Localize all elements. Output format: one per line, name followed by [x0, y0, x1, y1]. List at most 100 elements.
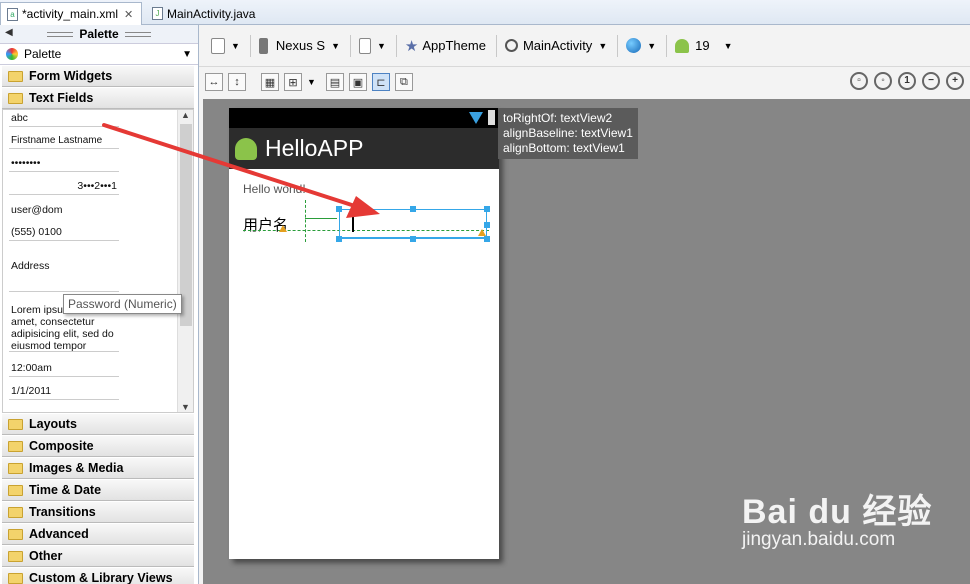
align-parent-icon[interactable]: ⊏ — [371, 73, 390, 91]
separator — [495, 34, 497, 57]
palette-icon — [6, 48, 18, 60]
palette-item-password[interactable]: •••••••• — [9, 157, 119, 172]
resize-handle[interactable] — [336, 206, 342, 212]
chevron-down-icon[interactable]: ▼ — [181, 402, 190, 412]
chevron-down-icon: ▼ — [182, 48, 192, 60]
edittext-selected[interactable] — [339, 209, 487, 239]
zoom-fit-icon[interactable]: ▫ — [850, 72, 868, 90]
tab-mainactivity-java[interactable]: J MainActivity.java — [146, 2, 276, 25]
action-bar: HelloAPP — [229, 128, 499, 169]
chevron-down-icon: ▼ — [723, 40, 733, 51]
palette-title: Palette — [79, 27, 119, 41]
palette-header: ◀ Palette — [0, 25, 198, 43]
zoom-real-icon[interactable]: ◦ — [874, 72, 892, 90]
chevron-down-icon: ▼ — [598, 40, 608, 51]
close-icon[interactable]: ✕ — [124, 8, 133, 21]
palette-item-person-name[interactable]: Firstname Lastname — [9, 135, 119, 149]
orientation-dropdown[interactable]: ▼ — [358, 37, 386, 54]
zoom-out-icon[interactable]: − — [922, 72, 940, 90]
gravity-icon[interactable]: ⊞ — [284, 73, 302, 91]
separator — [249, 34, 251, 57]
chevron-down-icon: ▼ — [231, 40, 240, 51]
config-dropdown[interactable]: ▼ — [211, 37, 240, 54]
margins-icon[interactable]: ▦ — [261, 73, 279, 91]
folder-icon — [8, 440, 23, 452]
chevron-up-icon[interactable]: ▲ — [181, 110, 190, 120]
resize-handle[interactable] — [484, 236, 490, 242]
resize-handle[interactable] — [484, 206, 490, 212]
scrollbar-thumb[interactable] — [180, 124, 192, 326]
palette-item-phone[interactable]: (555) 0100 — [9, 226, 119, 241]
collapse-arrow-icon[interactable]: ◀ — [5, 27, 13, 38]
chevron-down-icon[interactable]: ▼ — [307, 77, 316, 87]
fill-width-icon[interactable]: ↔ — [205, 73, 223, 91]
category-form-widgets[interactable]: Form Widgets — [2, 65, 194, 87]
category-label: Time & Date — [29, 483, 102, 497]
palette-item-plain-text[interactable]: abc — [9, 112, 119, 127]
star-icon: ★ — [404, 37, 419, 55]
api-level-label: 19 — [695, 38, 710, 53]
baseline-icon[interactable]: ▤ — [325, 73, 344, 91]
constraints-icon[interactable]: ⧉ — [394, 73, 413, 91]
api-level-dropdown[interactable]: 19 ▼ — [675, 38, 733, 53]
wifi-icon — [469, 112, 483, 124]
category-other[interactable]: Other — [2, 545, 194, 567]
category-custom-library-views[interactable]: Custom & Library Views — [2, 567, 194, 584]
editor-tab-bar: a *activity_main.xml ✕ J MainActivity.ja… — [0, 0, 970, 25]
warning-icon — [478, 229, 486, 236]
resize-handle[interactable] — [410, 206, 416, 212]
theme-label: AppTheme — [422, 38, 486, 53]
watermark-url: jingyan.baidu.com — [742, 529, 896, 550]
category-transitions[interactable]: Transitions — [2, 501, 194, 523]
category-advanced[interactable]: Advanced — [2, 523, 194, 545]
palette-panel: ◀ Palette Palette ▼ Form Widgets Text Fi… — [0, 25, 199, 584]
activity-dropdown[interactable]: MainActivity ▼ — [504, 38, 608, 53]
device-dropdown[interactable]: Nexus S ▼ — [258, 37, 340, 54]
center-icon[interactable]: ▣ — [348, 73, 367, 91]
grip-icon — [47, 31, 74, 37]
tab-activity-main-xml[interactable]: a *activity_main.xml ✕ — [0, 2, 142, 25]
zoom-100-icon[interactable]: 1 — [898, 72, 916, 90]
palette-item-time[interactable]: 12:00am — [9, 362, 119, 377]
palette-item-password-numeric[interactable]: 3•••2•••1 — [9, 180, 119, 195]
category-label: Transitions — [29, 505, 96, 519]
theme-button[interactable]: ★ AppTheme — [405, 37, 486, 55]
device-screen[interactable]: HelloAPP Hello world! 用户名 — [229, 108, 499, 559]
config-toolbar: ▼ Nexus S ▼ ▼ ★ AppTheme MainActivity ▼ … — [199, 25, 970, 67]
status-bar — [229, 108, 499, 128]
folder-icon — [8, 528, 23, 540]
category-label: Composite — [29, 439, 94, 453]
resize-handle[interactable] — [410, 236, 416, 242]
category-time-date[interactable]: Time & Date — [2, 479, 194, 501]
category-text-fields[interactable]: Text Fields — [2, 87, 194, 109]
palette-item-postal-address[interactable]: Address — [9, 260, 119, 292]
fill-height-icon[interactable]: ↕ — [228, 73, 246, 91]
folder-open-icon — [8, 92, 23, 104]
palette-item-date[interactable]: 1/1/2011 — [9, 385, 119, 400]
palette-selector-label: Palette — [24, 47, 62, 61]
to-right-of-guide — [305, 218, 337, 219]
zoom-in-icon[interactable]: + — [946, 72, 964, 90]
folder-icon — [8, 462, 23, 474]
resize-handle[interactable] — [484, 222, 490, 228]
palette-scrollbar[interactable]: ▲ ▼ — [177, 110, 193, 412]
android-launcher-icon — [235, 137, 257, 160]
category-composite[interactable]: Composite — [2, 435, 194, 457]
category-layouts[interactable]: Layouts — [2, 413, 194, 435]
activity-icon — [504, 39, 518, 52]
zoom-controls: ▫ ◦ 1 − + — [844, 72, 964, 90]
phone-icon — [258, 37, 268, 54]
chevron-down-icon: ▼ — [647, 40, 657, 51]
app-title: HelloAPP — [265, 135, 364, 161]
palette-item-email[interactable]: user@dom — [9, 204, 63, 218]
hello-textview[interactable]: Hello world! — [243, 182, 306, 196]
category-images-media[interactable]: Images & Media — [2, 457, 194, 479]
palette-selector[interactable]: Palette ▼ — [0, 43, 198, 65]
resize-handle[interactable] — [336, 236, 342, 242]
hint-line: toRightOf: textView2 — [503, 111, 613, 125]
folder-icon — [8, 506, 23, 518]
separator — [666, 34, 668, 57]
android-icon — [675, 38, 690, 53]
xml-file-icon: a — [7, 7, 18, 21]
locale-dropdown[interactable]: ▼ — [626, 38, 656, 53]
